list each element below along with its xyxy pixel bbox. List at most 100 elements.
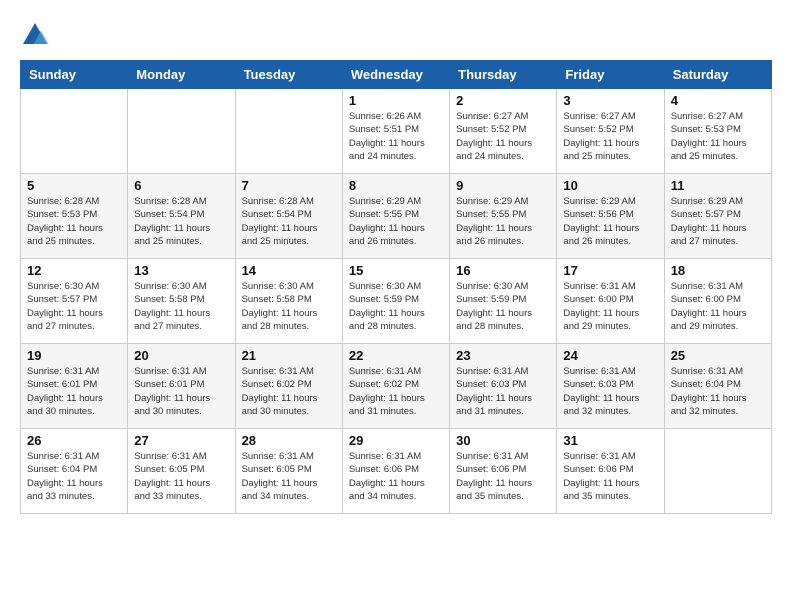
day-info: Sunrise: 6:31 AM Sunset: 6:06 PM Dayligh… [563,450,657,503]
day-info: Sunrise: 6:26 AM Sunset: 5:51 PM Dayligh… [349,110,443,163]
day-info: Sunrise: 6:28 AM Sunset: 5:54 PM Dayligh… [242,195,336,248]
day-info: Sunrise: 6:30 AM Sunset: 5:57 PM Dayligh… [27,280,121,333]
calendar-cell: 16 Sunrise: 6:30 AM Sunset: 5:59 PM Dayli… [450,259,557,344]
day-info: Sunrise: 6:31 AM Sunset: 6:06 PM Dayligh… [456,450,550,503]
day-info: Sunrise: 6:31 AM Sunset: 6:02 PM Dayligh… [349,365,443,418]
day-number: 26 [27,433,121,448]
logo [20,20,54,50]
day-info: Sunrise: 6:31 AM Sunset: 6:00 PM Dayligh… [671,280,765,333]
calendar-cell: 23 Sunrise: 6:31 AM Sunset: 6:03 PM Dayli… [450,344,557,429]
day-number: 21 [242,348,336,363]
day-info: Sunrise: 6:31 AM Sunset: 6:02 PM Dayligh… [242,365,336,418]
day-number: 22 [349,348,443,363]
weekday-header-tuesday: Tuesday [235,61,342,89]
day-number: 27 [134,433,228,448]
day-number: 31 [563,433,657,448]
day-info: Sunrise: 6:29 AM Sunset: 5:57 PM Dayligh… [671,195,765,248]
day-info: Sunrise: 6:31 AM Sunset: 6:05 PM Dayligh… [242,450,336,503]
day-info: Sunrise: 6:29 AM Sunset: 5:55 PM Dayligh… [456,195,550,248]
weekday-header-saturday: Saturday [664,61,771,89]
day-number: 7 [242,178,336,193]
weekday-header-row: SundayMondayTuesdayWednesdayThursdayFrid… [21,61,772,89]
day-number: 10 [563,178,657,193]
calendar-cell: 10 Sunrise: 6:29 AM Sunset: 5:56 PM Dayli… [557,174,664,259]
calendar-cell [235,89,342,174]
day-number: 25 [671,348,765,363]
calendar-cell: 26 Sunrise: 6:31 AM Sunset: 6:04 PM Dayli… [21,429,128,514]
day-number: 16 [456,263,550,278]
weekday-header-sunday: Sunday [21,61,128,89]
day-info: Sunrise: 6:30 AM Sunset: 5:59 PM Dayligh… [349,280,443,333]
calendar-cell: 3 Sunrise: 6:27 AM Sunset: 5:52 PM Daylig… [557,89,664,174]
calendar-cell: 1Sunrise: 6:26 AM Sunset: 5:51 PM Daylig… [342,89,449,174]
day-number: 12 [27,263,121,278]
calendar-cell: 12 Sunrise: 6:30 AM Sunset: 5:57 PM Dayli… [21,259,128,344]
day-number: 20 [134,348,228,363]
calendar-cell: 25 Sunrise: 6:31 AM Sunset: 6:04 PM Dayli… [664,344,771,429]
day-number: 14 [242,263,336,278]
calendar-cell: 11 Sunrise: 6:29 AM Sunset: 5:57 PM Dayli… [664,174,771,259]
day-number: 4 [671,93,765,108]
day-info: Sunrise: 6:27 AM Sunset: 5:52 PM Dayligh… [563,110,657,163]
day-info: Sunrise: 6:28 AM Sunset: 5:53 PM Dayligh… [27,195,121,248]
day-number: 28 [242,433,336,448]
day-info: Sunrise: 6:31 AM Sunset: 6:06 PM Dayligh… [349,450,443,503]
day-info: Sunrise: 6:31 AM Sunset: 6:04 PM Dayligh… [27,450,121,503]
calendar-week-2: 5 Sunrise: 6:28 AM Sunset: 5:53 PM Daylig… [21,174,772,259]
day-info: Sunrise: 6:29 AM Sunset: 5:55 PM Dayligh… [349,195,443,248]
calendar-cell: 18 Sunrise: 6:31 AM Sunset: 6:00 PM Dayli… [664,259,771,344]
day-number: 24 [563,348,657,363]
calendar-cell: 21 Sunrise: 6:31 AM Sunset: 6:02 PM Dayli… [235,344,342,429]
calendar-cell: 9 Sunrise: 6:29 AM Sunset: 5:55 PM Daylig… [450,174,557,259]
day-info: Sunrise: 6:31 AM Sunset: 6:00 PM Dayligh… [563,280,657,333]
day-number: 23 [456,348,550,363]
day-number: 13 [134,263,228,278]
day-info: Sunrise: 6:31 AM Sunset: 6:03 PM Dayligh… [456,365,550,418]
day-info: Sunrise: 6:31 AM Sunset: 6:01 PM Dayligh… [134,365,228,418]
day-info: Sunrise: 6:31 AM Sunset: 6:04 PM Dayligh… [671,365,765,418]
day-number: 6 [134,178,228,193]
calendar-cell: 27 Sunrise: 6:31 AM Sunset: 6:05 PM Dayli… [128,429,235,514]
weekday-header-wednesday: Wednesday [342,61,449,89]
page-header [20,20,772,50]
day-number: 17 [563,263,657,278]
calendar-week-3: 12 Sunrise: 6:30 AM Sunset: 5:57 PM Dayli… [21,259,772,344]
calendar-cell [664,429,771,514]
calendar-week-1: 1Sunrise: 6:26 AM Sunset: 5:51 PM Daylig… [21,89,772,174]
calendar-cell: 22 Sunrise: 6:31 AM Sunset: 6:02 PM Dayli… [342,344,449,429]
day-info: Sunrise: 6:31 AM Sunset: 6:01 PM Dayligh… [27,365,121,418]
day-number: 2 [456,93,550,108]
day-number: 29 [349,433,443,448]
calendar-cell: 19Sunrise: 6:31 AM Sunset: 6:01 PM Dayli… [21,344,128,429]
day-info: Sunrise: 6:31 AM Sunset: 6:03 PM Dayligh… [563,365,657,418]
calendar-cell: 28 Sunrise: 6:31 AM Sunset: 6:05 PM Dayli… [235,429,342,514]
calendar-week-4: 19Sunrise: 6:31 AM Sunset: 6:01 PM Dayli… [21,344,772,429]
day-number: 11 [671,178,765,193]
weekday-header-thursday: Thursday [450,61,557,89]
day-number: 18 [671,263,765,278]
calendar-cell: 20 Sunrise: 6:31 AM Sunset: 6:01 PM Dayli… [128,344,235,429]
day-info: Sunrise: 6:29 AM Sunset: 5:56 PM Dayligh… [563,195,657,248]
day-info: Sunrise: 6:27 AM Sunset: 5:53 PM Dayligh… [671,110,765,163]
day-number: 3 [563,93,657,108]
day-number: 8 [349,178,443,193]
day-info: Sunrise: 6:30 AM Sunset: 5:59 PM Dayligh… [456,280,550,333]
calendar-table: SundayMondayTuesdayWednesdayThursdayFrid… [20,60,772,514]
calendar-cell: 6Sunrise: 6:28 AM Sunset: 5:54 PM Daylig… [128,174,235,259]
weekday-header-friday: Friday [557,61,664,89]
calendar-cell: 4 Sunrise: 6:27 AM Sunset: 5:53 PM Daylig… [664,89,771,174]
calendar-body: 1Sunrise: 6:26 AM Sunset: 5:51 PM Daylig… [21,89,772,514]
day-number: 5 [27,178,121,193]
day-number: 9 [456,178,550,193]
calendar-cell: 5 Sunrise: 6:28 AM Sunset: 5:53 PM Daylig… [21,174,128,259]
calendar-cell: 8 Sunrise: 6:29 AM Sunset: 5:55 PM Daylig… [342,174,449,259]
calendar-header: SundayMondayTuesdayWednesdayThursdayFrid… [21,61,772,89]
calendar-cell: 15Sunrise: 6:30 AM Sunset: 5:59 PM Dayli… [342,259,449,344]
calendar-cell: 14 Sunrise: 6:30 AM Sunset: 5:58 PM Dayli… [235,259,342,344]
day-info: Sunrise: 6:30 AM Sunset: 5:58 PM Dayligh… [242,280,336,333]
calendar-cell [128,89,235,174]
calendar-cell: 2Sunrise: 6:27 AM Sunset: 5:52 PM Daylig… [450,89,557,174]
calendar-cell: 13Sunrise: 6:30 AM Sunset: 5:58 PM Dayli… [128,259,235,344]
day-info: Sunrise: 6:31 AM Sunset: 6:05 PM Dayligh… [134,450,228,503]
calendar-cell: 31 Sunrise: 6:31 AM Sunset: 6:06 PM Dayli… [557,429,664,514]
